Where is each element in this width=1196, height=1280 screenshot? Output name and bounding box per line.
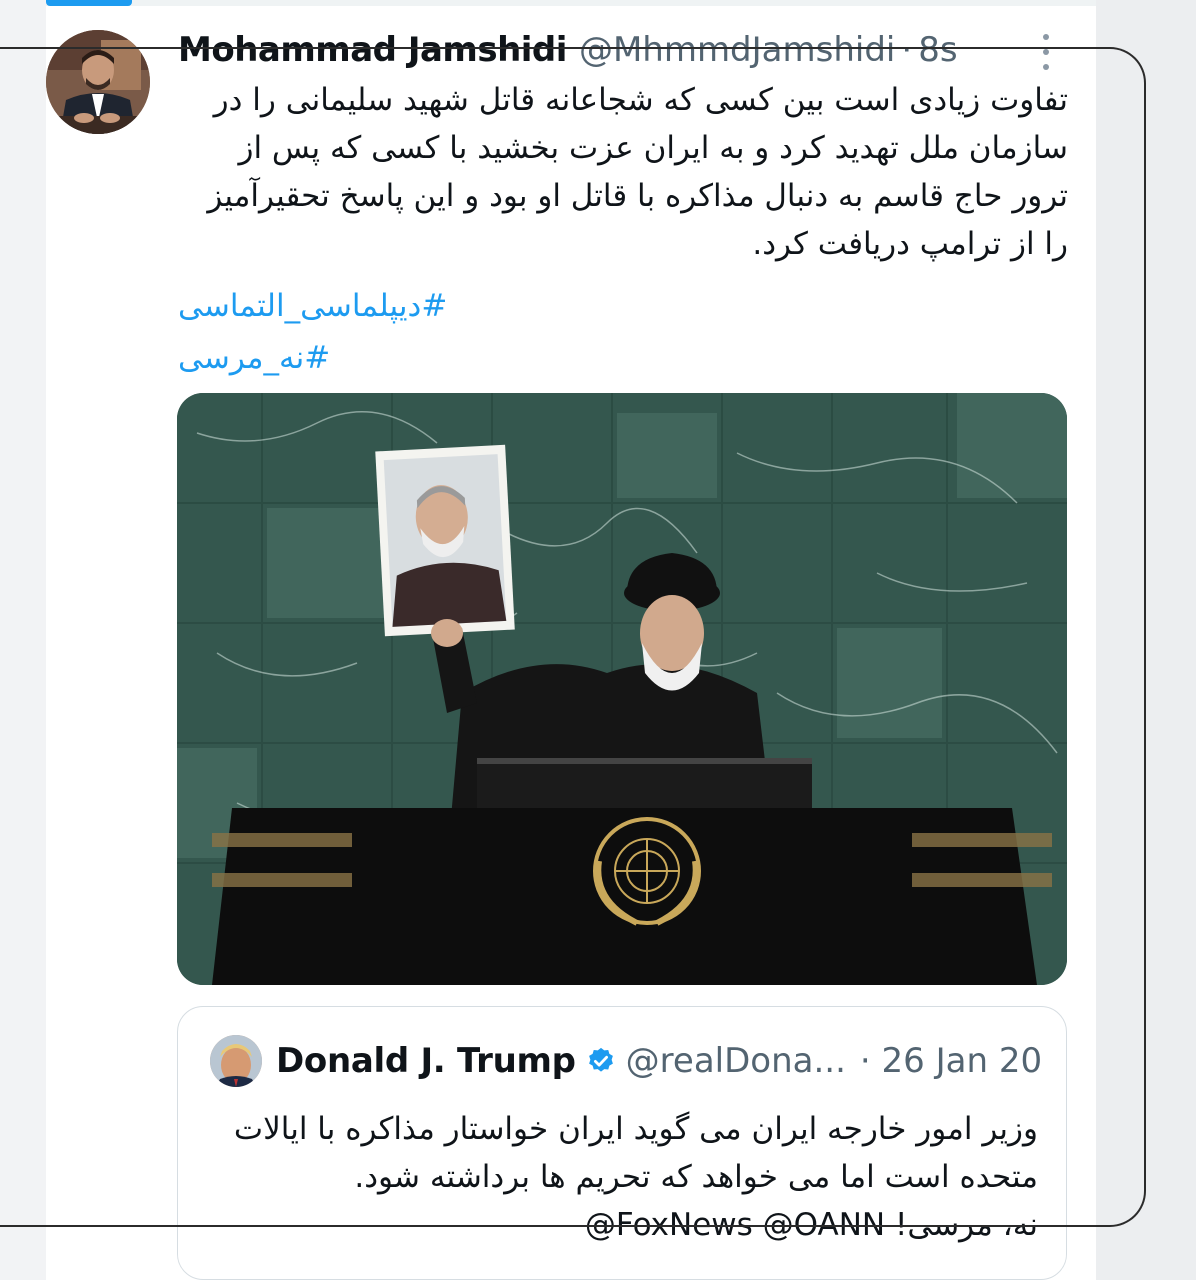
quoted-timestamp-row: · 26 Jan 20 [860,1041,1042,1081]
tweet-photo[interactable] [177,393,1067,985]
author-avatar-image [46,30,150,134]
quoted-timestamp[interactable]: 26 Jan 20 [882,1041,1043,1081]
quoted-body: وزیر امور خارجه ایران می گوید ایران خواس… [233,1111,1038,1195]
right-gutter [1096,0,1196,1280]
active-tab-indicator [46,0,132,6]
hashtag-list: #دیپلماسی_التماسی #نه_مرسی [178,280,478,384]
author-name[interactable]: Mohammad Jamshidi [178,30,567,70]
author-handle[interactable]: @MhmmdJamshidi [579,30,895,70]
quoted-avatar-image [210,1035,262,1087]
more-vertical-icon[interactable] [1040,34,1052,70]
author-avatar[interactable] [46,30,150,134]
quoted-tweet[interactable]: Donald J. Trump @realDona... · 26 Jan 20… [177,1006,1067,1280]
tweet-timestamp[interactable]: 8s [918,30,957,70]
quoted-reply-line: نه، مرسی! @FoxNews @OANN [208,1201,1038,1249]
top-divider [46,0,1096,6]
hashtag-link[interactable]: #نه_مرسی [178,332,478,384]
quoted-author-name[interactable]: Donald J. Trump [276,1041,576,1081]
tweet-header: Mohammad Jamshidi @MhmmdJamshidi · 8s [178,28,1078,72]
quoted-author-handle[interactable]: @realDona... [626,1041,846,1081]
quoted-mentions[interactable]: @FoxNews @OANN [585,1207,885,1243]
tweet-text: تفاوت زیادی است بین کسی که شجاعانه قاتل … [207,82,1068,262]
hashtag-link[interactable]: #دیپلماسی_التماسی [178,280,478,332]
header-separator: · [901,30,913,70]
verified-badge-icon [588,1047,613,1072]
quoted-header: Donald J. Trump @realDona... · 26 Jan 20 [276,1035,1042,1087]
quoted-author-avatar[interactable] [210,1035,262,1087]
left-gutter [0,0,46,1280]
un-speech-photo [177,393,1067,985]
quoted-reply: نه، مرسی! [894,1207,1038,1243]
quoted-separator: · [859,1041,871,1081]
quoted-tweet-text: وزیر امور خارجه ایران می گوید ایران خواس… [208,1105,1038,1249]
